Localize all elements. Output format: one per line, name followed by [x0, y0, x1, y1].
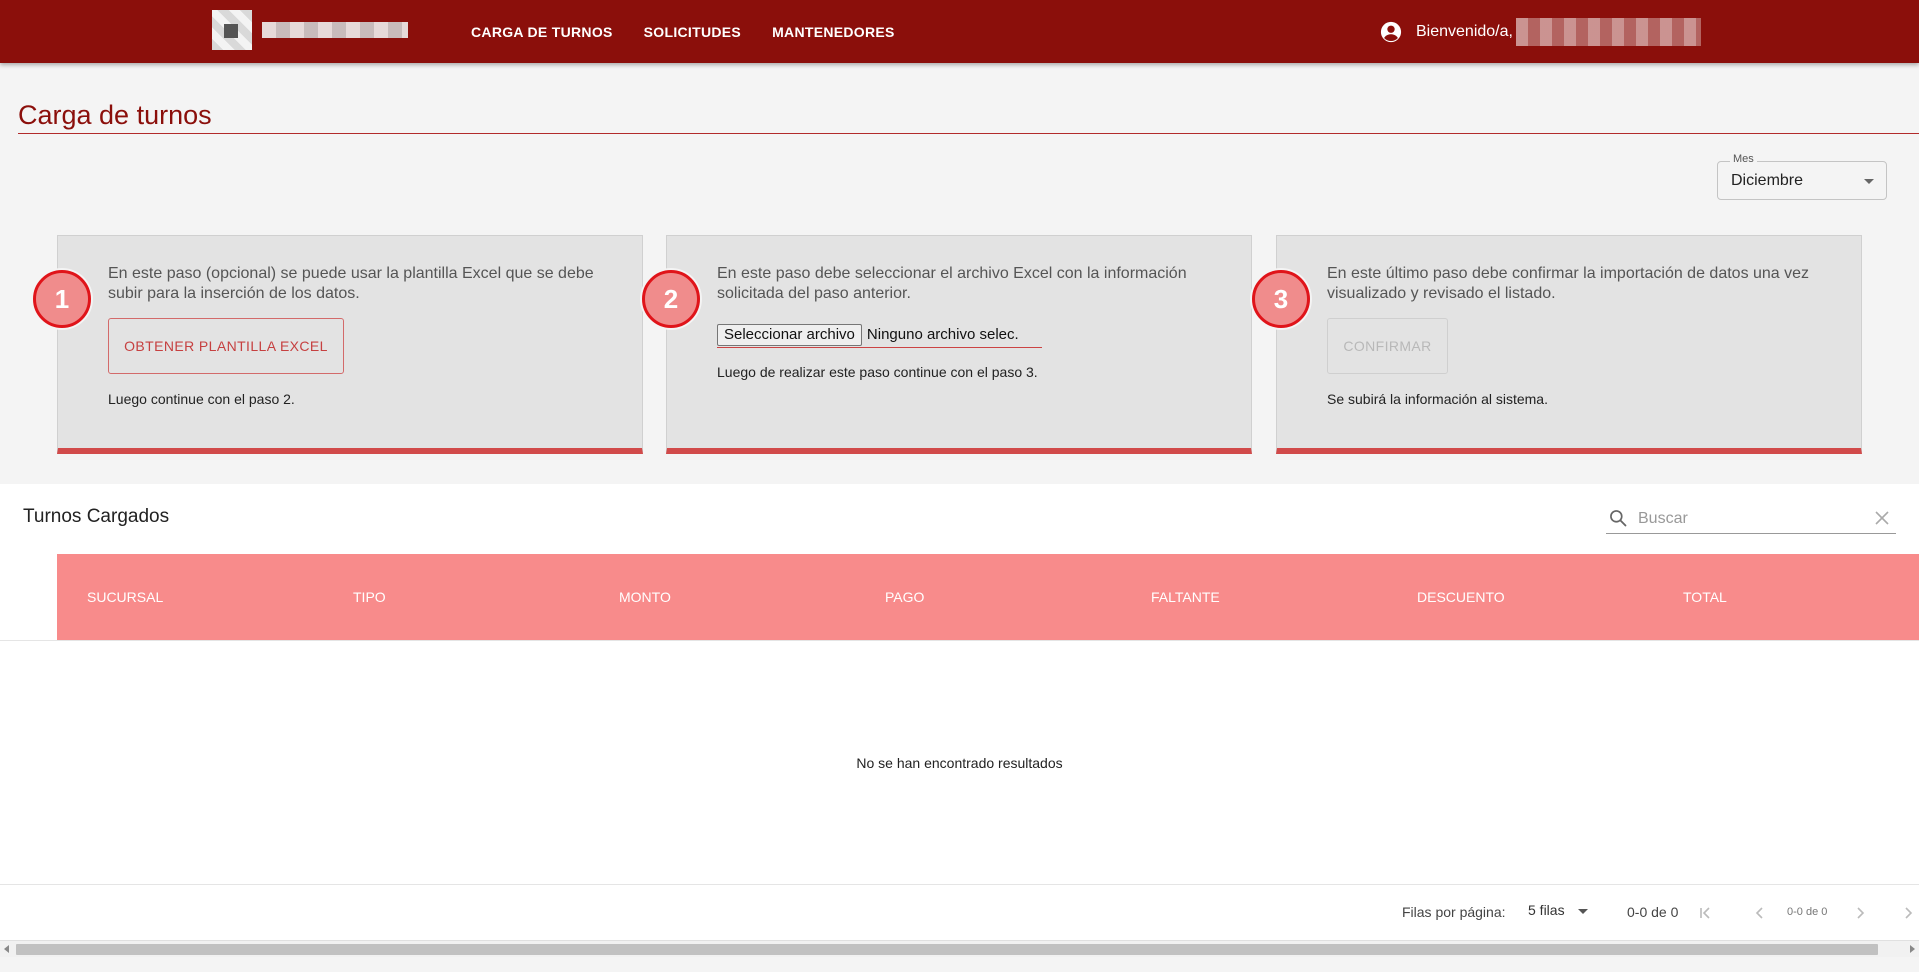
first-page-icon[interactable] — [1697, 904, 1715, 922]
search-field — [1606, 506, 1896, 534]
month-label: Mes — [1730, 153, 1757, 165]
column-header-descuento[interactable]: DESCUENTO — [1417, 554, 1505, 640]
scroll-left-icon[interactable] — [4, 945, 9, 953]
selected-file-name: Ninguno archivo selec. — [866, 326, 1019, 343]
search-input[interactable] — [1638, 508, 1858, 530]
app-logo[interactable] — [212, 10, 408, 50]
nav-item-mantenedores[interactable]: MANTENEDORES — [772, 24, 895, 40]
horizontal-scrollbar[interactable] — [0, 940, 1919, 957]
search-icon — [1610, 510, 1627, 527]
step-2-note: Luego de realizar este paso continue con… — [717, 364, 1038, 380]
nav-item-solicitudes[interactable]: SOLICITUDES — [644, 24, 741, 40]
pagination-range-compact: 0-0 de 0 — [1787, 906, 1828, 918]
step-3-text: En este último paso debe confirmar la im… — [1327, 265, 1810, 302]
welcome-text: Bienvenido/a, — [1416, 22, 1513, 40]
column-header-pago[interactable]: PAGO — [885, 554, 924, 640]
loaded-shifts-section: Turnos Cargados SUCURSAL TIPO MONTO PAGO… — [0, 484, 1919, 944]
close-icon[interactable] — [1874, 510, 1890, 526]
rows-per-page-value: 5 filas — [1528, 902, 1565, 918]
column-header-sucursal[interactable]: SUCURSAL — [87, 554, 163, 640]
top-navbar: CARGA DE TURNOS SOLICITUDES MANTENEDORES… — [0, 0, 1919, 63]
title-divider — [18, 133, 1919, 134]
nav-item-carga-de-turnos[interactable]: CARGA DE TURNOS — [471, 24, 613, 40]
step-number-3: 3 — [1252, 270, 1310, 328]
table-header-row: SUCURSAL TIPO MONTO PAGO FALTANTE DESCUE… — [57, 554, 1919, 640]
step-card-2: En este paso debe seleccionar el archivo… — [666, 235, 1252, 454]
empty-table-message: No se han encontrado resultados — [856, 755, 1063, 771]
pagination-range: 0-0 de 0 — [1627, 904, 1679, 920]
page-bottom-edge — [0, 957, 1919, 972]
step-3-note: Se subirá la información al sistema. — [1327, 391, 1548, 407]
logo-mark — [212, 10, 252, 50]
step-card-3: En este último paso debe confirmar la im… — [1276, 235, 1862, 454]
confirm-button[interactable]: CONFIRMAR — [1327, 318, 1448, 374]
scrollbar-thumb[interactable] — [16, 944, 1878, 955]
column-header-tipo[interactable]: TIPO — [353, 554, 386, 640]
step-2-text: En este paso debe seleccionar el archivo… — [717, 265, 1187, 302]
column-header-monto[interactable]: MONTO — [619, 554, 671, 640]
step-1-note: Luego continue con el paso 2. — [108, 391, 295, 407]
next-page-icon[interactable] — [1851, 904, 1869, 922]
previous-page-icon[interactable] — [1751, 904, 1769, 922]
file-upload-field: Seleccionar archivo Ninguno archivo sele… — [717, 322, 1042, 348]
rows-per-page-select[interactable]: 5 filas — [1528, 902, 1589, 918]
chevron-down-icon — [1578, 908, 1589, 914]
rows-per-page-label: Filas por página: — [1402, 904, 1506, 920]
page-title: Carga de turnos — [18, 100, 212, 130]
account-circle-icon — [1380, 21, 1402, 42]
month-select[interactable]: Mes Diciembre — [1717, 153, 1887, 200]
step-1-text: En este paso (opcional) se puede usar la… — [108, 265, 594, 302]
step-card-1: En este paso (opcional) se puede usar la… — [57, 235, 643, 454]
user-name-redacted — [1515, 17, 1701, 46]
step-number-1: 1 — [33, 270, 91, 328]
table-title: Turnos Cargados — [23, 506, 170, 527]
footer-divider — [0, 884, 1919, 885]
logo-text-redacted — [262, 22, 408, 38]
month-value: Diciembre — [1731, 172, 1804, 189]
step-number-2: 2 — [642, 270, 700, 328]
chevron-down-icon — [1864, 179, 1874, 184]
column-header-faltante[interactable]: FALTANTE — [1151, 554, 1220, 640]
scroll-right-icon[interactable] — [1910, 945, 1915, 953]
main-nav: CARGA DE TURNOS SOLICITUDES MANTENEDORES — [471, 0, 895, 63]
user-menu[interactable]: Bienvenido/a, — [1380, 0, 1701, 63]
get-excel-template-button[interactable]: OBTENER PLANTILLA EXCEL — [108, 318, 344, 374]
last-page-icon[interactable] — [1900, 904, 1918, 922]
column-header-total[interactable]: TOTAL — [1683, 554, 1727, 640]
header-divider — [0, 640, 1919, 641]
select-file-button[interactable]: Seleccionar archivo — [717, 323, 862, 346]
